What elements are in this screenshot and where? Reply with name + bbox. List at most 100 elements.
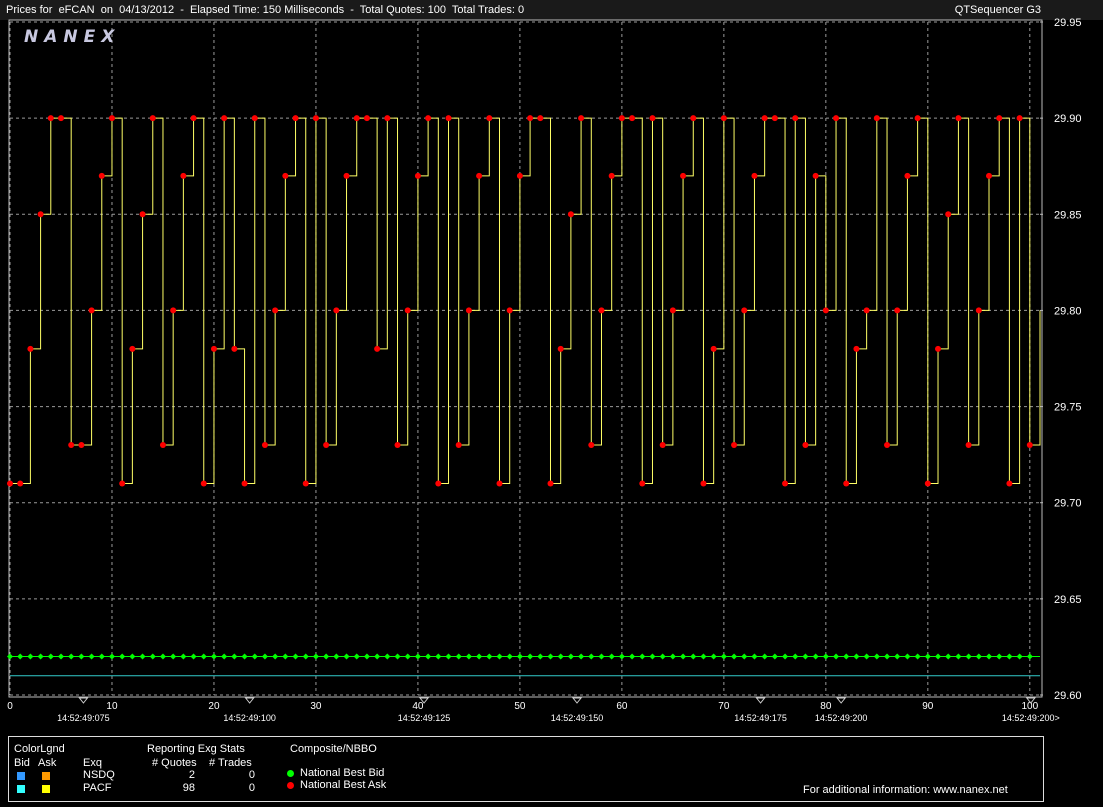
ask-point [282, 172, 289, 179]
bid-header: Bid [14, 757, 30, 769]
exq-header: Exq [83, 757, 102, 769]
ask-point [639, 480, 646, 487]
bid-point [394, 653, 401, 660]
ask-point [894, 307, 901, 314]
ask-point [363, 115, 370, 122]
bid-point [904, 653, 911, 660]
ask-point [761, 115, 768, 122]
bid-point [78, 653, 85, 660]
bid-point [567, 653, 574, 660]
bid-point [88, 653, 95, 660]
ask-point [843, 480, 850, 487]
ask-header: Ask [38, 757, 57, 769]
bid-point [241, 653, 248, 660]
bid-point [98, 653, 105, 660]
bid-point [272, 653, 279, 660]
bid-point [873, 653, 880, 660]
ask-point [190, 115, 197, 122]
bid-point [425, 653, 432, 660]
bid-point [527, 653, 534, 660]
ask-point [98, 172, 105, 179]
bid-point [47, 653, 54, 660]
time-marker [571, 697, 583, 704]
ask-point [557, 345, 564, 352]
ask-point [17, 480, 24, 487]
ask-point [782, 480, 789, 487]
bid-point [312, 653, 319, 660]
bid-point [435, 653, 442, 660]
time-label: 14:52:49:150 [551, 713, 604, 723]
bid-point [190, 653, 197, 660]
ask-point [873, 115, 880, 122]
x-tick-label: 60 [616, 701, 628, 712]
bid-point [659, 653, 666, 660]
bid-point [384, 653, 391, 660]
ask-point [629, 115, 636, 122]
bid-point [955, 653, 962, 660]
ask-point [170, 307, 177, 314]
ask-point [935, 345, 942, 352]
ask-point [945, 211, 952, 218]
ask-point [159, 442, 166, 449]
ask-point [47, 115, 54, 122]
y-tick-label: 29.85 [1054, 209, 1082, 221]
bid-point [231, 653, 238, 660]
ask-point [1016, 115, 1023, 122]
ask-point [78, 442, 85, 449]
ask-point [975, 307, 982, 314]
bid-point [210, 653, 217, 660]
ask-point [588, 442, 595, 449]
x-tick-label: 70 [718, 701, 730, 712]
x-axis: 0 10 20 30 40 50 60 70 80 90 10014:52:49:075 14:52:… [7, 697, 1060, 723]
best-bid-dot [287, 770, 294, 777]
ask-point [822, 307, 829, 314]
y-tick-label: 29.70 [1054, 498, 1082, 510]
x-tick-label: 0 [7, 701, 13, 712]
trades-header: # Trades [209, 757, 252, 769]
bid-point [353, 653, 360, 660]
pacf-quotes: 98 [182, 782, 195, 794]
ask-point [210, 345, 217, 352]
bid-point [669, 653, 676, 660]
ask-point [7, 480, 13, 487]
ask-point [996, 115, 1003, 122]
ask-point [700, 480, 707, 487]
bid-point [649, 653, 656, 660]
bid-point [731, 653, 738, 660]
bid-point [588, 653, 595, 660]
x-tick-label: 80 [820, 701, 832, 712]
bid-point [149, 653, 156, 660]
ask-point [119, 480, 126, 487]
ask-point [292, 115, 299, 122]
bid-point [323, 653, 330, 660]
bid-point [792, 653, 799, 660]
bid-point [476, 653, 483, 660]
ask-point [108, 115, 115, 122]
ask-point [200, 480, 207, 487]
pacf-exch: PACF [83, 782, 112, 794]
bid-point [1006, 653, 1013, 660]
bid-point [333, 653, 340, 660]
ask-point [853, 345, 860, 352]
time-label: 14:52:49:075 [57, 713, 110, 723]
x-tick-label: 10 [106, 701, 118, 712]
best-bid-label: National Best Bid [300, 767, 385, 779]
bid-point [822, 653, 829, 660]
ask-point [567, 211, 574, 218]
ask-point [578, 115, 585, 122]
ask-point [506, 307, 513, 314]
bid-point [578, 653, 585, 660]
ask-point [884, 442, 891, 449]
ask-point [88, 307, 95, 314]
ask-point [374, 345, 381, 352]
bid-point [782, 653, 789, 660]
ask-point [955, 115, 962, 122]
ask-point [394, 442, 401, 449]
grid-lines [9, 21, 1040, 696]
bid-point [108, 653, 115, 660]
bid-point [710, 653, 717, 660]
ask-point [496, 480, 503, 487]
bid-point [180, 653, 187, 660]
bid-point [159, 653, 166, 660]
bid-point [557, 653, 564, 660]
